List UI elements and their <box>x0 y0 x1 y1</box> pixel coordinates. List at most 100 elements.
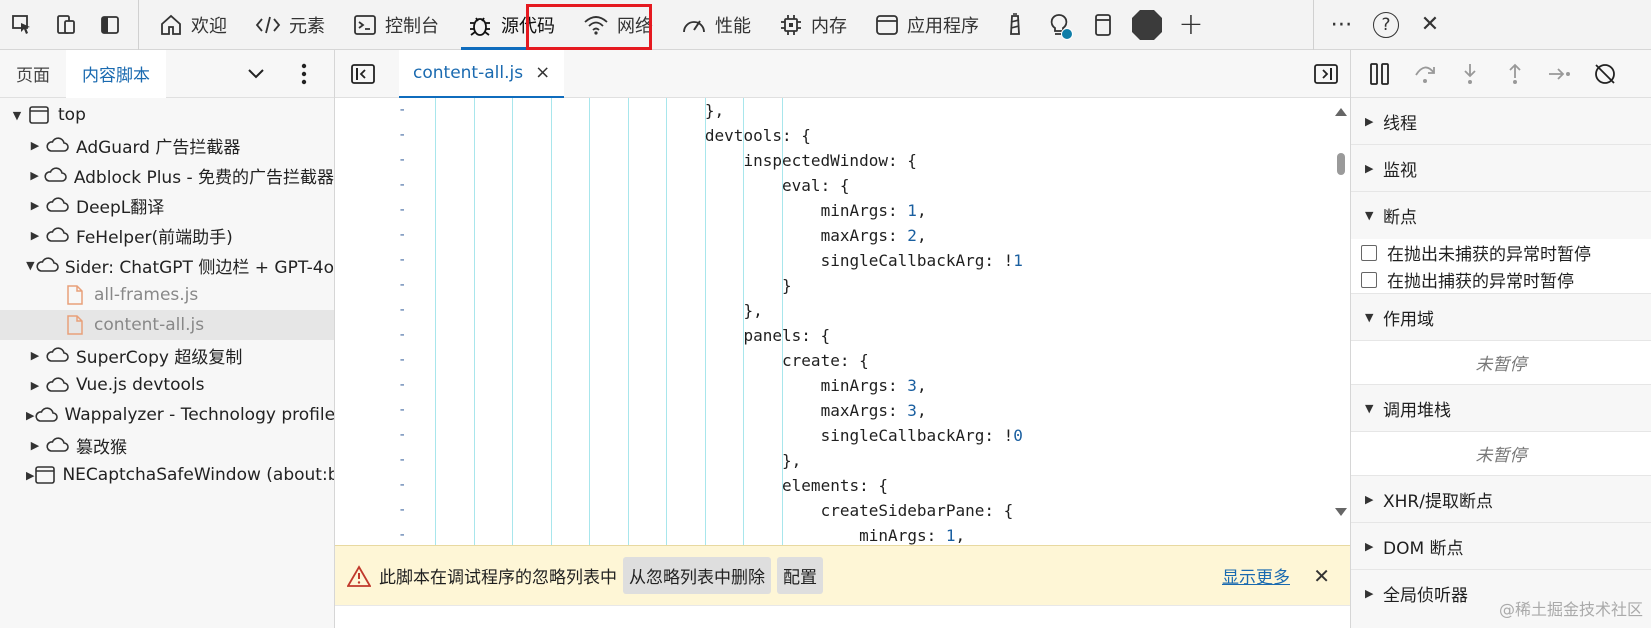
inspect-element-icon[interactable] <box>0 0 44 50</box>
lighthouse-icon[interactable] <box>993 0 1037 50</box>
tab-console[interactable]: 控制台 <box>339 0 453 50</box>
remove-from-ignore-list-button[interactable]: 从忽略列表中删除 <box>623 557 771 594</box>
gutter-marker[interactable]: - <box>398 248 406 273</box>
caret-right-icon[interactable]: ▶ <box>26 439 44 452</box>
cloud-icon <box>43 166 68 184</box>
tab-network[interactable]: 网络 <box>569 0 667 50</box>
section-call-stack[interactable]: ▼ 调用堆栈 <box>1351 385 1651 432</box>
close-banner-icon[interactable]: ✕ <box>1313 564 1330 588</box>
deactivate-breakpoints-icon[interactable] <box>1582 50 1627 98</box>
step-into-icon[interactable] <box>1447 50 1492 98</box>
caret-right-icon[interactable]: ▶ <box>26 409 34 422</box>
sidebar-toggle-icon[interactable] <box>88 0 132 50</box>
gutter-marker[interactable]: - <box>398 498 406 523</box>
more-vertical-icon[interactable] <box>294 50 314 98</box>
tree-item[interactable]: ▶ DeepL翻译 <box>0 190 334 220</box>
code-icon <box>255 14 281 36</box>
tab-welcome[interactable]: 欢迎 <box>145 0 241 50</box>
close-devtools-icon[interactable]: ✕ <box>1408 0 1452 50</box>
caret-right-icon[interactable]: ▶ <box>26 139 44 152</box>
add-glyph: + <box>1178 7 1204 42</box>
tree-item[interactable]: ▶ AdGuard 广告拦截器 <box>0 130 334 160</box>
checkbox[interactable] <box>1361 244 1377 261</box>
tree-item[interactable]: ▶ Adblock Plus - 免费的广告拦截器 <box>0 160 334 190</box>
section-breakpoints[interactable]: ▼ 断点 <box>1351 192 1651 239</box>
gutter-marker[interactable]: - <box>398 348 406 373</box>
gutter-marker[interactable]: - <box>398 173 406 198</box>
chevron-down-icon[interactable] <box>226 50 286 98</box>
tree-item[interactable]: ▼ top <box>0 100 334 130</box>
tree-item[interactable]: ▶ 篡改猴 <box>0 430 334 460</box>
section-title: 调用堆栈 <box>1383 400 1451 421</box>
gutter-marker[interactable]: - <box>398 298 406 323</box>
gutter-marker[interactable]: - <box>398 398 406 423</box>
close-icon[interactable]: × <box>535 62 550 83</box>
caret-right-icon[interactable]: ▶ <box>26 379 44 392</box>
toggle-navigator-icon[interactable] <box>335 50 391 98</box>
tree-item[interactable]: content-all.js <box>0 310 334 340</box>
step-icon[interactable] <box>1537 50 1582 98</box>
tab-performance[interactable]: 性能 <box>667 0 765 50</box>
tab-sources[interactable]: 源代码 <box>453 0 569 50</box>
gutter-marker[interactable]: - <box>398 123 406 148</box>
caret-right-icon[interactable]: ▶ <box>26 469 34 482</box>
configure-button[interactable]: 配置 <box>777 557 823 594</box>
dock-icon[interactable] <box>1081 0 1125 50</box>
pause-icon[interactable] <box>1357 50 1402 98</box>
step-out-icon[interactable] <box>1492 50 1537 98</box>
toggle-debugger-icon[interactable] <box>1314 50 1338 98</box>
section-dom-breakpoints[interactable]: ▶ DOM 断点 <box>1351 523 1651 570</box>
gutter-marker[interactable]: - <box>398 223 406 248</box>
tab-page[interactable]: 页面 <box>0 50 66 98</box>
tab-memory[interactable]: 内存 <box>765 0 861 50</box>
caret-right-icon[interactable]: ▶ <box>26 229 44 242</box>
gutter-marker[interactable]: - <box>398 523 406 545</box>
gutter-marker[interactable]: - <box>398 148 406 173</box>
caret-right-icon[interactable]: ▶ <box>26 199 44 212</box>
tree-item[interactable]: ▼ Sider: ChatGPT 侧边栏 + GPT-4o <box>0 250 334 280</box>
code-text: singleCallbackArg: !1 <box>821 248 1023 273</box>
gutter-marker[interactable]: - <box>398 323 406 348</box>
tree-item-label: Sider: ChatGPT 侧边栏 + GPT-4o <box>64 257 334 278</box>
caret-right-icon[interactable]: ▶ <box>26 349 44 362</box>
section-scope[interactable]: ▼ 作用域 <box>1351 294 1651 341</box>
step-over-icon[interactable] <box>1402 50 1447 98</box>
pause-on-caught-checkbox-row[interactable]: 在抛出捕获的异常时暂停 <box>1351 266 1651 294</box>
gutter-marker[interactable]: - <box>398 423 406 448</box>
tab-elements[interactable]: 元素 <box>241 0 339 50</box>
tree-item[interactable]: ▶ FeHelper(前端助手) <box>0 220 334 250</box>
tree-item[interactable]: ▶ Wappalyzer - Technology profiler <box>0 400 334 430</box>
gutter-marker[interactable]: - <box>398 373 406 398</box>
tree-item[interactable]: all-frames.js <box>0 280 334 310</box>
pause-on-uncaught-checkbox-row[interactable]: 在抛出未捕获的异常时暂停 <box>1351 239 1651 266</box>
extension-icon[interactable] <box>1125 0 1169 50</box>
file-tab-content-all[interactable]: content-all.js × <box>399 49 565 98</box>
help-icon[interactable]: ? <box>1364 0 1408 50</box>
checkbox[interactable] <box>1361 271 1377 288</box>
gutter-marker[interactable]: - <box>398 198 406 223</box>
tree-item[interactable]: ▶ NECaptchaSafeWindow (about:blank) <box>0 460 334 490</box>
caret-right-icon[interactable]: ▶ <box>26 169 43 182</box>
tree-item[interactable]: ▶ Vue.js devtools <box>0 370 334 400</box>
device-emulation-icon[interactable] <box>44 0 88 50</box>
add-tool-icon[interactable]: + <box>1169 0 1213 50</box>
code-area[interactable]: -}, - devtools: {- inspectedWindow: {- eval:… <box>335 98 1335 545</box>
editor-scrollbar[interactable] <box>1332 98 1350 545</box>
more-options-icon[interactable]: ⋯ <box>1320 0 1364 50</box>
gutter-marker[interactable]: - <box>398 448 406 473</box>
section-watch[interactable]: ▶ 监视 <box>1351 145 1651 192</box>
caret-down-icon[interactable]: ▼ <box>26 259 35 272</box>
gutter-marker[interactable]: - <box>398 473 406 498</box>
section-threads[interactable]: ▶ 线程 <box>1351 98 1651 145</box>
lightbulb-icon[interactable] <box>1037 0 1081 50</box>
tab-content-scripts[interactable]: 内容脚本 <box>66 49 166 98</box>
section-xhr-breakpoints[interactable]: ▶ XHR/提取断点 <box>1351 476 1651 523</box>
tree-item[interactable]: ▶ SuperCopy 超级复制 <box>0 340 334 370</box>
caret-down-icon[interactable]: ▼ <box>8 109 26 122</box>
console-icon <box>353 13 377 37</box>
gutter-marker[interactable]: - <box>398 98 406 123</box>
show-more-link[interactable]: 显示更多 <box>1222 563 1290 588</box>
gutter-marker[interactable]: - <box>398 273 406 298</box>
code-token: minArgs: <box>859 526 946 545</box>
tab-application[interactable]: 应用程序 <box>861 0 993 50</box>
